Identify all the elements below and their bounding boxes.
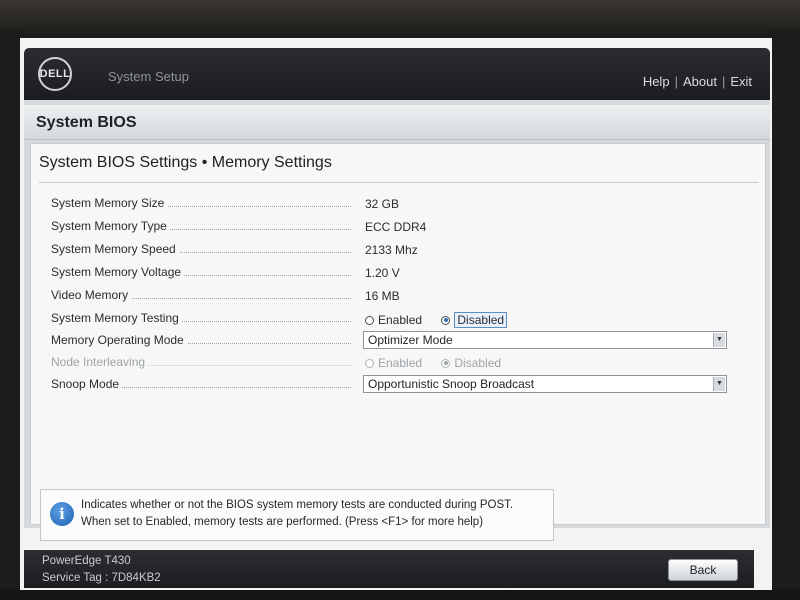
monitor-bezel-left (0, 30, 22, 600)
setting-label: System Memory Voltage (51, 265, 185, 279)
main-panel: System BIOS System BIOS Settings • Memor… (24, 100, 770, 528)
monitor-bezel-top (0, 0, 800, 38)
setting-value: 2133 Mhz (365, 243, 418, 257)
setting-row-memory-speed: System Memory Speed 2133 Mhz (51, 240, 741, 260)
header-title: System Setup (108, 69, 189, 84)
help-info-box: i Indicates whether or not the BIOS syst… (40, 489, 554, 541)
panel-title-bar: System BIOS (24, 105, 770, 140)
divider (39, 182, 759, 183)
dropdown-arrow-icon[interactable]: ▼ (713, 377, 725, 391)
setting-label: System Memory Type (51, 219, 170, 233)
back-button[interactable]: Back (668, 559, 738, 581)
about-link[interactable]: About (683, 74, 717, 89)
help-text-line: Indicates whether or not the BIOS system… (81, 499, 514, 511)
info-icon: i (50, 502, 74, 526)
settings-content: System BIOS Settings • Memory Settings S… (30, 143, 766, 525)
node-interleaving-enabled-radio: Enabled (365, 356, 422, 370)
setting-row-memory-type: System Memory Type ECC DDR4 (51, 217, 741, 237)
radio-unchecked-icon (365, 358, 374, 368)
breadcrumb: System BIOS Settings • Memory Settings (39, 154, 332, 171)
setting-row-snoop-mode: Snoop Mode Opportunistic Snoop Broadcast… (51, 375, 741, 395)
radio-unchecked-icon (365, 315, 374, 325)
memory-testing-disabled-radio[interactable]: Disabled (441, 312, 508, 328)
help-text-line: When set to Enabled, memory tests are pe… (81, 516, 484, 528)
setting-value: 16 MB (365, 289, 400, 303)
setting-label: System Memory Size (51, 196, 168, 210)
memory-testing-radio-group: Enabled Disabled (365, 312, 523, 328)
model-name: PowerEdge T430 (42, 555, 131, 567)
help-text: Indicates whether or not the BIOS system… (81, 497, 513, 531)
setting-row-memory-testing: System Memory Testing Enabled Disabled (51, 309, 741, 329)
setting-label: Video Memory (51, 288, 132, 302)
setting-label: Snoop Mode (51, 377, 123, 391)
header-bar: DELL System Setup Help | About | Exit (24, 48, 770, 100)
help-link[interactable]: Help (643, 74, 670, 89)
setting-value: 32 GB (365, 197, 400, 211)
dropdown-arrow-icon[interactable]: ▼ (713, 333, 725, 347)
service-tag: Service Tag : 7D84KB2 (42, 572, 161, 584)
link-separator: | (721, 74, 726, 89)
page-title: System BIOS (36, 114, 137, 131)
setting-row-operating-mode: Memory Operating Mode Optimizer Mode ▼ (51, 331, 741, 351)
setting-row-video-memory: Video Memory 16 MB (51, 286, 741, 306)
setting-row-memory-voltage: System Memory Voltage 1.20 V (51, 263, 741, 283)
setting-label: System Memory Testing (51, 311, 182, 325)
memory-testing-enabled-radio[interactable]: Enabled (365, 313, 422, 327)
memory-operating-mode-select[interactable]: Optimizer Mode ▼ (363, 331, 727, 349)
system-info: PowerEdge T430 Service Tag : 7D84KB2 (42, 553, 161, 587)
setting-value: ECC DDR4 (365, 220, 427, 234)
setting-label: Memory Operating Mode (51, 333, 187, 347)
link-separator: | (674, 74, 678, 89)
node-interleaving-radio-group: Enabled Disabled (365, 356, 517, 371)
setting-label: System Memory Speed (51, 242, 179, 256)
snoop-mode-select[interactable]: Opportunistic Snoop Broadcast ▼ (363, 375, 727, 393)
bios-screen: DELL System Setup Help | About | Exit System… (20, 38, 772, 590)
setting-row-memory-size: System Memory Size 32 GB (51, 194, 741, 214)
radio-checked-icon (441, 315, 451, 325)
setting-value: 1.20 V (365, 266, 400, 280)
select-value: Optimizer Mode (368, 333, 453, 347)
node-interleaving-disabled-radio: Disabled (441, 356, 501, 370)
select-value: Opportunistic Snoop Broadcast (368, 377, 535, 391)
radio-checked-icon (441, 358, 451, 368)
dell-logo: DELL (38, 57, 72, 91)
exit-link[interactable]: Exit (730, 74, 752, 89)
monitor-bezel-right (770, 30, 800, 600)
setting-label: Node Interleaving (51, 355, 149, 369)
footer-bar: PowerEdge T430 Service Tag : 7D84KB2 Bac… (24, 550, 754, 588)
setting-row-node-interleaving: Node Interleaving Enabled Disabled (51, 353, 741, 373)
header-links: Help | About | Exit (643, 74, 752, 89)
